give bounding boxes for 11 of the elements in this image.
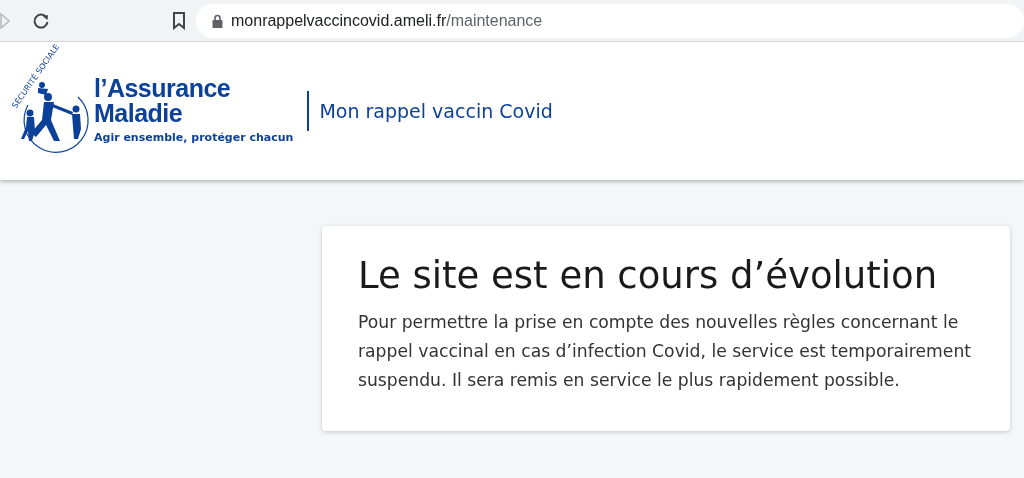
- site-name: Mon rappel vaccin Covid: [307, 91, 553, 131]
- reload-icon[interactable]: [32, 11, 50, 30]
- logo-tagline: Agir ensemble, protéger chacun: [94, 129, 294, 146]
- url-text: monrappelvaccincovid.ameli.fr/maintenance: [231, 10, 543, 31]
- address-bar[interactable]: monrappelvaccincovid.ameli.fr/maintenance: [196, 3, 1024, 38]
- lock-icon: [212, 13, 223, 28]
- notice-title: Le site est en cours d’évolution: [358, 254, 939, 299]
- bookmark-icon[interactable]: [172, 11, 186, 30]
- notice-text: Pour permettre la prise en compte des nouvelles règles concernant le rappel vaccinal en cas d’infection Covid, le service est temporairement suspendu. Il sera remis en service le plus rapidement possible.: [358, 311, 973, 393]
- logo-title: l’Assurance: [94, 75, 232, 101]
- logo-title: Maladie: [94, 100, 184, 126]
